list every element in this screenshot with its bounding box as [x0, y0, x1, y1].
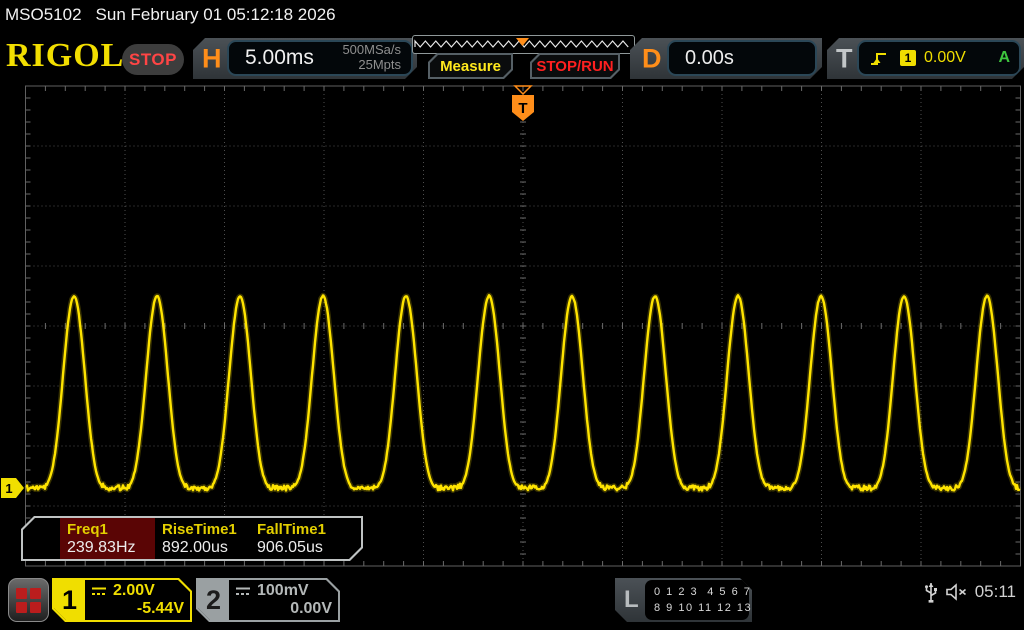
horizontal-label: H: [202, 43, 222, 74]
stop-run-button-label: STOP/RUN: [532, 55, 618, 77]
red-grid-icon: [16, 588, 41, 613]
trigger-slope-rising-icon: [869, 49, 889, 67]
measurement-value: 892.00us: [162, 539, 250, 557]
trigger-mode-auto: A: [998, 49, 1010, 67]
memory-depth: 25Mpts: [358, 57, 401, 72]
measure-button-label: Measure: [430, 55, 511, 77]
channel-2-offset: 0.00V: [235, 600, 332, 618]
system-datetime: Sun February 01 05:12:18 2026: [96, 5, 336, 25]
clock-time: 05:11: [975, 582, 1016, 602]
svg-text:1: 1: [5, 481, 12, 496]
measurement-label: Freq1: [67, 521, 155, 538]
logic-channels-block[interactable]: L 0 1 2 3 4 5 6 7 8 9 10 11 12 13 14 15: [615, 578, 752, 622]
measurement-value: 239.83Hz: [67, 539, 155, 557]
channel-1-offset-marker[interactable]: 1: [1, 478, 24, 498]
delay-settings-block[interactable]: D 0.00s: [630, 38, 822, 79]
measurement-falltime1[interactable]: FallTime1 906.05us: [250, 518, 345, 559]
logic-label: L: [624, 586, 639, 614]
measurement-freq1[interactable]: Freq1 239.83Hz: [60, 518, 155, 559]
model-name: MSO5102: [5, 5, 82, 25]
channel-1-block[interactable]: 1 2.00V -5.44V: [52, 578, 192, 622]
logic-channel-list: 0 1 2 3 4 5 6 7 8 9 10 11 12 13 14 15: [645, 580, 749, 620]
os-title-bar: MSO5102 Sun February 01 05:12:18 2026: [0, 0, 1024, 30]
graticule: [26, 86, 1021, 566]
trigger-source-badge: 1: [900, 50, 916, 66]
horizontal-settings-block[interactable]: H 5.00ms 500MSa/s 25Mpts: [193, 38, 417, 79]
dc-coupling-icon: [235, 586, 251, 597]
svg-text:T: T: [518, 100, 527, 117]
trigger-label: T: [836, 43, 853, 74]
scope-header-bar: RIGOL STOP H 5.00ms 500MSa/s 25Mpts Meas…: [0, 30, 1024, 82]
channel-2-block[interactable]: 2 100mV 0.00V: [196, 578, 340, 622]
memory-overview-bar[interactable]: [412, 35, 635, 54]
delay-value: 0.00s: [685, 47, 734, 70]
trigger-settings-block[interactable]: T 1 0.00V A: [827, 38, 1024, 79]
channel-menu-button[interactable]: [8, 578, 49, 622]
timebase-value: 5.00ms: [245, 46, 314, 70]
channel-status-bar: 1 2.00V -5.44V 2 100mV 0.00V: [0, 570, 1024, 630]
acquisition-info: 500MSa/s 25Mpts: [342, 43, 401, 73]
measurement-results-panel[interactable]: Freq1 239.83Hz RiseTime1 892.00us FallTi…: [21, 516, 363, 561]
measurement-label: FallTime1: [257, 521, 345, 538]
usb-icon: [924, 580, 938, 604]
sample-rate: 500MSa/s: [342, 42, 401, 57]
logic-row-8-15: 8 9 10 11 12 13 14 15: [654, 600, 749, 617]
trigger-level-value: 0.00V: [924, 49, 966, 67]
measurement-label: RiseTime1: [162, 521, 250, 538]
logic-row-0-7: 0 1 2 3 4 5 6 7: [654, 584, 749, 601]
delay-label: D: [642, 43, 662, 74]
channel-1-offset: -5.44V: [91, 600, 184, 618]
speaker-muted-icon: [945, 583, 968, 601]
dc-coupling-icon: [91, 586, 107, 597]
run-status-badge[interactable]: STOP: [122, 44, 184, 75]
measurement-risetime1[interactable]: RiseTime1 892.00us: [155, 518, 250, 559]
measurement-value: 906.05us: [257, 539, 345, 557]
measure-button[interactable]: Measure: [428, 53, 513, 79]
trigger-position-marker[interactable]: T: [512, 86, 534, 121]
stop-run-button[interactable]: STOP/RUN: [530, 53, 620, 79]
memory-overview-zigzag: [413, 36, 632, 51]
rigol-logo: RIGOL: [6, 37, 124, 75]
channel-1-scale: 2.00V: [113, 582, 155, 600]
status-tray: 05:11: [924, 580, 1016, 604]
channel-2-scale: 100mV: [257, 582, 309, 600]
